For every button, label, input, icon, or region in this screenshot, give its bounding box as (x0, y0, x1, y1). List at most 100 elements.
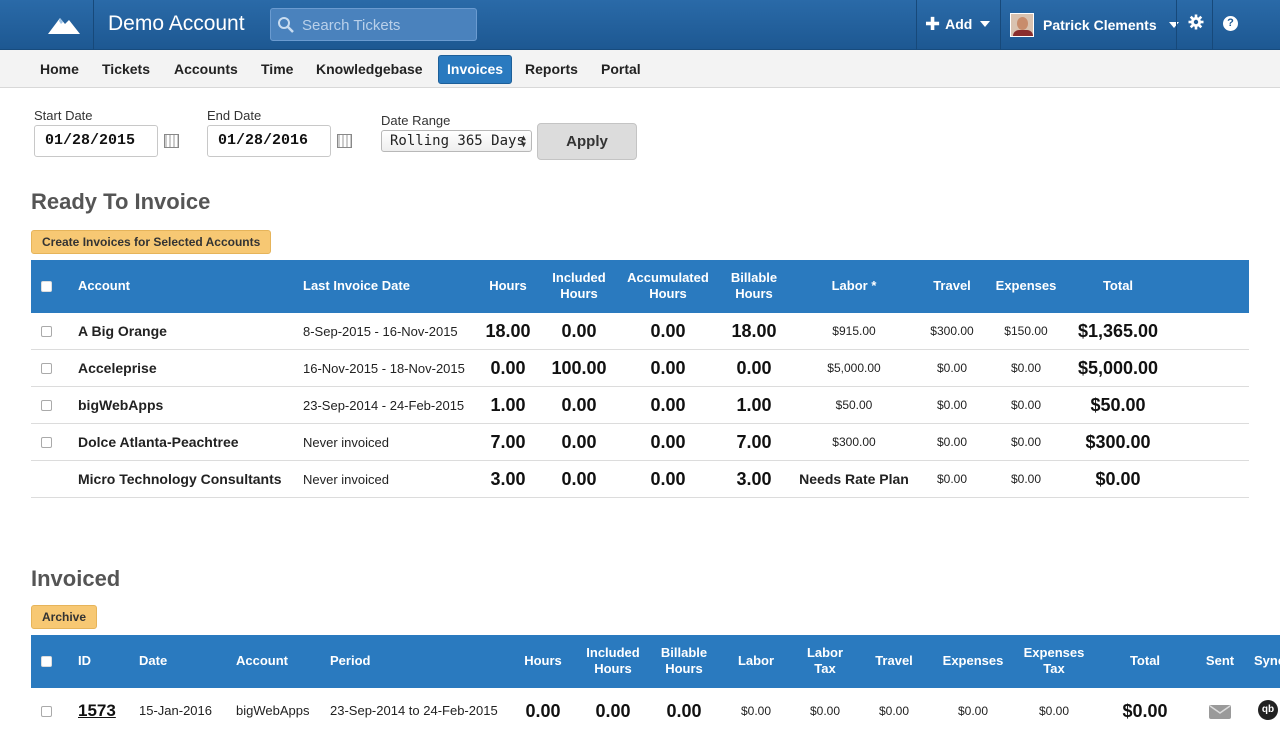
col-accumulated-hours[interactable]: Accumulated Hours (623, 270, 713, 302)
account-name[interactable]: A Big Orange (78, 313, 167, 350)
col-id[interactable]: ID (78, 653, 91, 669)
add-label: Add (945, 16, 972, 32)
col-sync[interactable]: Sync (1254, 653, 1280, 669)
col-billable-hours[interactable]: Billable Hours (724, 270, 784, 302)
top-bar: Demo Account Search Tickets ✚ Add Patric… (0, 0, 1280, 50)
gear-icon[interactable] (1188, 14, 1204, 30)
col-travel[interactable]: Travel (933, 278, 971, 294)
labor-value[interactable]: Needs Rate Plan (799, 461, 909, 498)
start-date-label: Start Date (34, 108, 93, 123)
hours-value: 18.00 (485, 313, 530, 350)
col-period[interactable]: Period (330, 653, 370, 669)
envelope-icon[interactable] (1209, 705, 1231, 719)
labor-value: $300.00 (832, 424, 875, 461)
col-hours[interactable]: Hours (524, 653, 562, 669)
accumulated-hours-value: 0.00 (650, 350, 685, 387)
row-checkbox[interactable] (41, 437, 52, 448)
included-hours-value: 100.00 (551, 350, 606, 387)
col-total[interactable]: Total (1103, 278, 1133, 294)
included-hours-value: 0.00 (561, 461, 596, 498)
col-billable-hours[interactable]: Billable Hours (654, 645, 714, 677)
nav-portal[interactable]: Portal (593, 55, 649, 84)
billable-hours-value: 1.00 (736, 387, 771, 424)
billable-hours-value: 3.00 (736, 461, 771, 498)
expenses-value: $150.00 (1004, 313, 1047, 350)
apply-button[interactable]: Apply (537, 123, 637, 160)
calendar-icon[interactable] (164, 134, 179, 148)
create-invoices-button[interactable]: Create Invoices for Selected Accounts (31, 230, 271, 254)
col-labor[interactable]: Labor (738, 653, 774, 669)
table-row: Dolce Atlanta-PeachtreeNever invoiced7.0… (31, 424, 1249, 461)
calendar-icon[interactable] (337, 134, 352, 148)
col-account[interactable]: Account (236, 653, 288, 669)
archive-button[interactable]: Archive (31, 605, 97, 629)
included-hours-value: 0.00 (561, 424, 596, 461)
start-date-input[interactable]: 01/28/2015 (34, 125, 158, 157)
select-all-checkbox[interactable] (41, 281, 52, 292)
col-included-hours[interactable]: Included Hours (549, 270, 609, 302)
nav-knowledgebase[interactable]: Knowledgebase (308, 55, 431, 84)
travel-value: $0.00 (879, 688, 909, 734)
expenses-value: $0.00 (1011, 461, 1041, 498)
total-value: $0.00 (1122, 688, 1167, 734)
row-checkbox[interactable] (41, 706, 52, 717)
account-name[interactable]: Acceleprise (78, 350, 157, 387)
divider (1176, 0, 1177, 50)
select-arrows-icon: ▲▼ (521, 134, 526, 148)
col-included-hours[interactable]: Included Hours (583, 645, 643, 677)
nav-reports[interactable]: Reports (517, 55, 586, 84)
period: 23-Sep-2014 to 24-Feb-2015 (330, 688, 498, 734)
invoiced-table-header: ID Date Account Period Hours Included Ho… (31, 635, 1280, 688)
hours-value: 1.00 (490, 387, 525, 424)
last-invoice-date: 8-Sep-2015 - 16-Nov-2015 (303, 313, 458, 350)
row-checkbox[interactable] (41, 363, 52, 374)
account-name[interactable]: Dolce Atlanta-Peachtree (78, 424, 239, 461)
mountain-logo-icon (47, 14, 81, 36)
user-name: Patrick Clements (1043, 17, 1157, 33)
search-icon (277, 16, 295, 34)
col-labor-tax[interactable]: Labor Tax (800, 645, 850, 677)
last-invoice-date: 16-Nov-2015 - 18-Nov-2015 (303, 350, 465, 387)
search-input[interactable]: Search Tickets (302, 17, 400, 34)
account-name[interactable]: bigWebApps (78, 387, 163, 424)
invoice-id-link[interactable]: 1573 (78, 688, 116, 734)
col-expenses-tax[interactable]: Expenses Tax (1019, 645, 1089, 677)
date-range-select[interactable]: Rolling 365 Days ▲▼ (381, 130, 532, 152)
account-name[interactable]: Demo Account (108, 12, 245, 36)
col-expenses[interactable]: Expenses (943, 653, 1004, 669)
search-box[interactable]: Search Tickets (270, 8, 477, 41)
labor-value: $5,000.00 (827, 350, 880, 387)
row-checkbox[interactable] (41, 326, 52, 337)
included-hours-value: 0.00 (595, 688, 630, 734)
add-menu-button[interactable]: ✚ Add (925, 16, 990, 32)
quickbooks-icon[interactable]: qb (1258, 700, 1278, 720)
user-menu[interactable]: Patrick Clements (1010, 13, 1179, 37)
last-invoice-date: 23-Sep-2014 - 24-Feb-2015 (303, 387, 464, 424)
col-account[interactable]: Account (78, 278, 130, 294)
nav-invoices[interactable]: Invoices (438, 55, 512, 84)
col-sent[interactable]: Sent (1206, 653, 1234, 669)
table-row: Acceleprise 16-Nov-2015 - 18-Nov-2015 0.00… (31, 350, 1249, 387)
nav-tickets[interactable]: Tickets (94, 55, 158, 84)
row-checkbox[interactable] (41, 400, 52, 411)
end-date-input[interactable]: 01/28/2016 (207, 125, 331, 157)
nav-accounts[interactable]: Accounts (166, 55, 246, 84)
col-travel[interactable]: Travel (875, 653, 913, 669)
select-all-checkbox[interactable] (41, 656, 52, 667)
labor-tax-value: $0.00 (810, 688, 840, 734)
logo[interactable] (34, 0, 94, 50)
col-date[interactable]: Date (139, 653, 167, 669)
date-range-label: Date Range (381, 113, 450, 128)
col-labor[interactable]: Labor * (832, 278, 877, 294)
nav-time[interactable]: Time (253, 55, 301, 84)
end-date-label: End Date (207, 108, 261, 123)
account-name[interactable]: Micro Technology Consultants (78, 461, 282, 498)
help-icon[interactable]: ? (1223, 16, 1238, 31)
col-last-invoice-date[interactable]: Last Invoice Date (303, 278, 410, 294)
caret-down-icon (980, 21, 990, 27)
hours-value: 7.00 (490, 424, 525, 461)
nav-home[interactable]: Home (32, 55, 87, 84)
col-hours[interactable]: Hours (489, 278, 527, 294)
col-expenses[interactable]: Expenses (996, 278, 1057, 294)
col-total[interactable]: Total (1130, 653, 1160, 669)
